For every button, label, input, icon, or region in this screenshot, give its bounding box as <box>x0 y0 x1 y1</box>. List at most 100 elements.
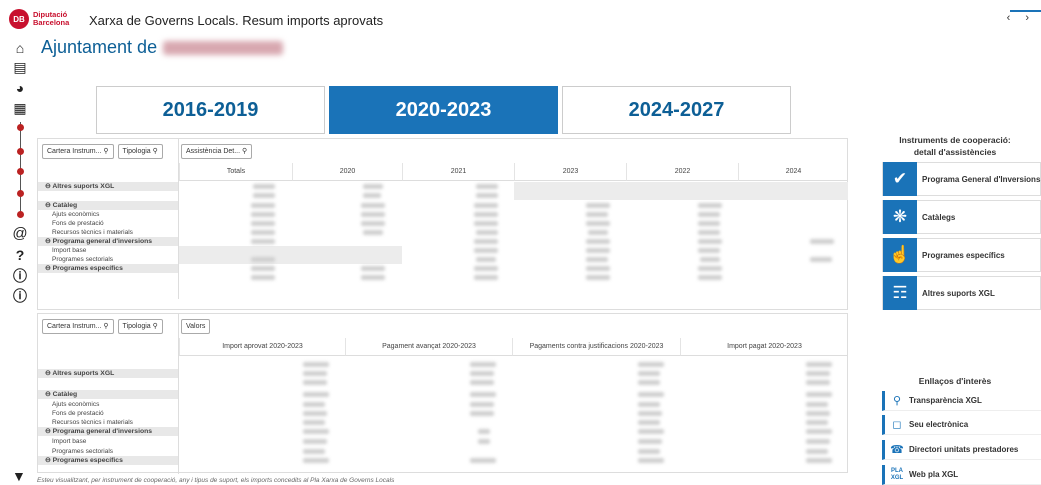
redacted-value <box>303 380 327 385</box>
row-altres-suports[interactable]: ⊖ Altres suports XGL <box>38 369 178 378</box>
page-title: Ajuntament de <box>41 37 284 58</box>
cartera-instrum-filter[interactable]: Cartera Instrum... ⚲ <box>42 319 114 334</box>
redacted-value <box>638 439 662 444</box>
row-recursos-tecnics: Recursos tècnics i materials <box>52 419 133 426</box>
redacted-value <box>476 193 498 198</box>
redacted-value <box>586 257 608 262</box>
redacted-value <box>478 439 490 444</box>
info-icon[interactable]: ⓘ <box>12 268 28 284</box>
redacted-value <box>303 371 327 376</box>
tree-node[interactable] <box>17 190 24 197</box>
row-programes-especifics[interactable]: ⊖ Programes específics <box>38 264 178 273</box>
question-icon[interactable]: ? <box>12 247 28 263</box>
link-web-pla-xgl[interactable]: PLA XGL Web pla XGL <box>882 465 1041 485</box>
link-transparencia[interactable]: ⚲ Transparència XGL <box>882 391 1041 411</box>
empty-cells <box>179 246 402 264</box>
instrument-catalegs-button[interactable]: ❋ Catàlegs <box>882 200 1041 234</box>
catalog-icon: ❋ <box>883 200 917 234</box>
at-icon[interactable]: @ <box>12 226 28 242</box>
col-header-totals[interactable]: Totals <box>179 163 292 181</box>
row-programa-general[interactable]: ⊖ Programa general d'inversions <box>38 237 178 246</box>
redacted-value <box>806 392 832 397</box>
redacted-value <box>638 362 664 367</box>
tipologia-filter[interactable]: Tipologia ⚲ <box>117 319 163 334</box>
valors-filter[interactable]: Valors <box>181 319 211 334</box>
col-header-2021[interactable]: 2021 <box>402 163 514 181</box>
redacted-value <box>476 184 498 189</box>
page-nav-arrows[interactable]: ‹ › <box>1007 12 1035 24</box>
redacted-value <box>363 184 383 189</box>
redacted-value <box>478 429 490 434</box>
assistencia-filter[interactable]: Assistència Det... ⚲ <box>181 144 253 159</box>
instrument-programes-especifics-button[interactable]: ☝ Programes específics <box>882 238 1041 272</box>
redacted-value <box>698 266 722 271</box>
row-programes-especifics[interactable]: ⊖ Programes específics <box>38 456 178 465</box>
filter-icon[interactable]: ▼ <box>12 468 26 484</box>
redacted-value <box>470 380 494 385</box>
table2-filters: Cartera Instrum... ⚲ Tipologia ⚲ <box>42 319 163 337</box>
diputacio-logo-icon: DB <box>9 9 29 29</box>
diputacio-logo-text: Diputació Barcelona <box>33 10 70 27</box>
tab-2016-2019[interactable]: 2016-2019 <box>96 86 325 134</box>
row-cataleg[interactable]: ⊖ Catàleg <box>38 201 178 210</box>
home-icon[interactable]: ⌂ <box>12 40 28 56</box>
values-table: Cartera Instrum... ⚲ Tipologia ⚲ Valors … <box>37 313 848 474</box>
col-header-import-pagat[interactable]: Import pagat 2020-2023 <box>680 338 848 356</box>
row-fons-prestacio: Fons de prestació <box>52 220 104 227</box>
row-import-base: Import base <box>52 438 87 445</box>
redacted-value <box>476 257 496 262</box>
link-seu-electronica[interactable]: ◻ Seu electrònica <box>882 415 1041 435</box>
redacted-value <box>698 230 720 235</box>
redacted-value <box>638 402 660 407</box>
row-cataleg[interactable]: ⊖ Catàleg <box>38 390 178 399</box>
link-directori[interactable]: ☎ Directori unitats prestadores <box>882 440 1041 460</box>
redacted-value <box>361 266 385 271</box>
redacted-value <box>806 402 828 407</box>
tree-node[interactable] <box>17 124 24 131</box>
col-header-pagaments-justificacions[interactable]: Pagaments contra justificacions 2020-202… <box>512 338 680 356</box>
instrument-altres-suports-button[interactable]: ☶ Altres suports XGL <box>882 276 1041 310</box>
redacted-value <box>303 392 329 397</box>
redacted-value <box>303 420 325 425</box>
redacted-value <box>806 362 832 367</box>
col-header-2020[interactable]: 2020 <box>292 163 402 181</box>
redacted-value <box>303 362 329 367</box>
calendar-icon[interactable]: ▦ <box>12 100 28 116</box>
footnote: Esteu visualitzant, per instrument de co… <box>37 477 395 484</box>
col-header-import-aprovat[interactable]: Import aprovat 2020-2023 <box>179 338 345 356</box>
tipologia-filter[interactable]: Tipologia ⚲ <box>117 144 163 159</box>
tree-node[interactable] <box>17 168 24 175</box>
col-header-2024[interactable]: 2024 <box>738 163 848 181</box>
redacted-value <box>586 212 608 217</box>
instruments-title: Instruments de cooperació: detall d'assi… <box>899 135 1011 157</box>
table2-col-filter: Valors <box>181 319 211 337</box>
redacted-value <box>251 275 275 280</box>
redacted-value <box>638 380 660 385</box>
redacted-value <box>806 439 830 444</box>
redacted-value <box>361 203 385 208</box>
tree-node[interactable] <box>17 211 24 218</box>
open-book-icon: ☶ <box>883 276 917 310</box>
redacted-value <box>586 266 610 271</box>
redacted-value <box>253 184 275 189</box>
institution-icon[interactable]: ▤ <box>12 59 28 75</box>
col-header-2023[interactable]: 2023 <box>514 163 626 181</box>
gauge-icon[interactable]: ◕ <box>12 80 28 96</box>
redacted-value <box>303 458 329 463</box>
tab-2020-2023[interactable]: 2020-2023 <box>329 86 558 134</box>
redacted-value <box>698 221 720 226</box>
checkmark-icon: ✔ <box>883 162 917 196</box>
instrument-programa-general-button[interactable]: ✔ Programa General d'Inversions <box>882 162 1041 196</box>
col-header-2022[interactable]: 2022 <box>626 163 738 181</box>
cartera-instrum-filter[interactable]: Cartera Instrum... ⚲ <box>42 144 114 159</box>
redacted-value <box>470 362 496 367</box>
redacted-value <box>810 239 834 244</box>
tree-node[interactable] <box>17 148 24 155</box>
redacted-value <box>638 371 660 376</box>
info-icon[interactable]: ⓘ <box>12 288 28 304</box>
tab-2024-2027[interactable]: 2024-2027 <box>562 86 791 134</box>
diputacio-logo: DB Diputació Barcelona <box>9 9 69 29</box>
col-header-pagament-avancat[interactable]: Pagament avançat 2020-2023 <box>345 338 512 356</box>
row-programa-general[interactable]: ⊖ Programa general d'inversions <box>38 427 178 436</box>
row-altres-suports[interactable]: ⊖ Altres suports XGL <box>38 182 178 191</box>
